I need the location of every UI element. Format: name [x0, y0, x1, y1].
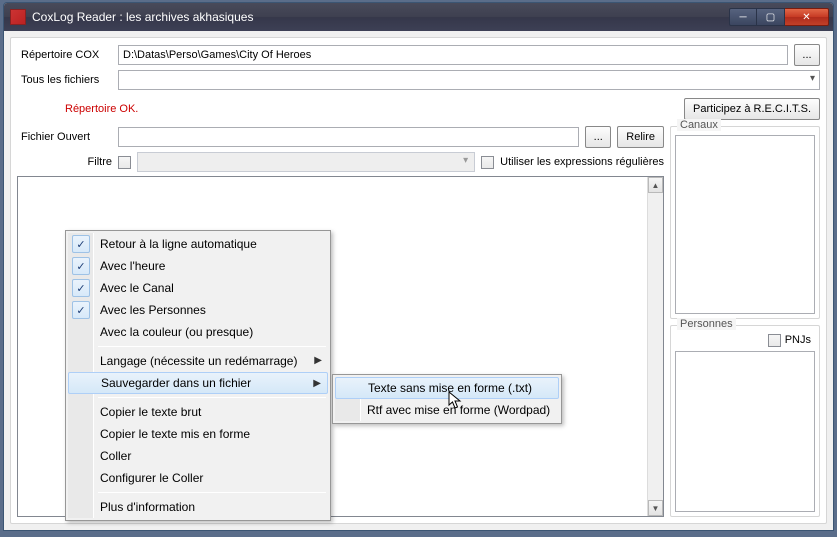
pnjs-checkbox[interactable] — [768, 334, 781, 347]
scroll-down-button[interactable]: ▼ — [648, 500, 663, 516]
submenu-txt[interactable]: Texte sans mise en forme (.txt) — [335, 377, 559, 399]
menu-avec-heure[interactable]: ✓ Avec l'heure — [68, 255, 328, 277]
menu-coller[interactable]: Coller — [68, 445, 328, 467]
pnjs-label: PNJs — [785, 334, 811, 346]
canaux-list[interactable] — [675, 135, 815, 314]
repertoire-input[interactable] — [118, 45, 788, 65]
repertoire-label: Répertoire COX — [17, 49, 112, 61]
maximize-button[interactable]: ▢ — [757, 8, 785, 26]
scrollbar[interactable]: ▲ ▼ — [647, 177, 663, 516]
close-button[interactable]: ✕ — [785, 8, 829, 26]
submenu-sauvegarder: Texte sans mise en forme (.txt) Rtf avec… — [332, 374, 562, 424]
fichier-ouvert-input[interactable] — [118, 127, 579, 147]
menu-copier-brut[interactable]: Copier le texte brut — [68, 401, 328, 423]
fichier-browse-button[interactable]: ... — [585, 126, 611, 148]
personnes-list[interactable] — [675, 351, 815, 513]
submenu-arrow-icon: ▶ — [313, 378, 321, 389]
check-icon: ✓ — [72, 235, 90, 253]
menu-avec-canal[interactable]: ✓ Avec le Canal — [68, 277, 328, 299]
titlebar[interactable]: CoxLog Reader : les archives akhasiques … — [4, 3, 833, 31]
canaux-group: Canaux — [670, 126, 820, 319]
menu-sauvegarder[interactable]: Sauvegarder dans un fichier ▶ — [68, 372, 328, 394]
menu-avec-personnes[interactable]: ✓ Avec les Personnes — [68, 299, 328, 321]
regex-checkbox[interactable] — [481, 156, 494, 169]
filtre-label: Filtre — [17, 156, 112, 168]
submenu-rtf[interactable]: Rtf avec mise en forme (Wordpad) — [335, 399, 559, 421]
scroll-up-button[interactable]: ▲ — [648, 177, 663, 193]
check-icon: ✓ — [72, 257, 90, 275]
menu-retour-ligne[interactable]: ✓ Retour à la ligne automatique — [68, 233, 328, 255]
personnes-group: Personnes PNJs — [670, 325, 820, 518]
menu-plus-info[interactable]: Plus d'information — [68, 496, 328, 518]
filtre-checkbox[interactable] — [118, 156, 131, 169]
menu-langage[interactable]: Langage (nécessite un redémarrage) ▶ — [68, 350, 328, 372]
submenu-arrow-icon: ▶ — [314, 355, 322, 366]
check-icon: ✓ — [72, 301, 90, 319]
tous-fichiers-combo[interactable] — [118, 70, 820, 90]
filtre-combo[interactable] — [137, 152, 475, 172]
status-text: Répertoire OK. — [17, 103, 684, 115]
menu-configurer[interactable]: Configurer le Coller — [68, 467, 328, 489]
fichier-ouvert-label: Fichier Ouvert — [17, 131, 112, 143]
app-icon — [10, 9, 26, 25]
minimize-button[interactable]: ─ — [729, 8, 757, 26]
canaux-label: Canaux — [677, 119, 721, 131]
participez-button[interactable]: Participez à R.E.C.I.T.S. — [684, 98, 820, 120]
tous-fichiers-label: Tous les fichiers — [17, 74, 112, 86]
window-title: CoxLog Reader : les archives akhasiques — [32, 10, 729, 24]
relire-button[interactable]: Relire — [617, 126, 664, 148]
context-menu: ✓ Retour à la ligne automatique ✓ Avec l… — [65, 230, 331, 521]
personnes-label: Personnes — [677, 318, 736, 330]
menu-copier-mis[interactable]: Copier le texte mis en forme — [68, 423, 328, 445]
regex-label: Utiliser les expressions régulières — [500, 156, 664, 168]
check-icon: ✓ — [72, 279, 90, 297]
browse-button[interactable]: ... — [794, 44, 820, 66]
menu-avec-couleur[interactable]: Avec la couleur (ou presque) — [68, 321, 328, 343]
